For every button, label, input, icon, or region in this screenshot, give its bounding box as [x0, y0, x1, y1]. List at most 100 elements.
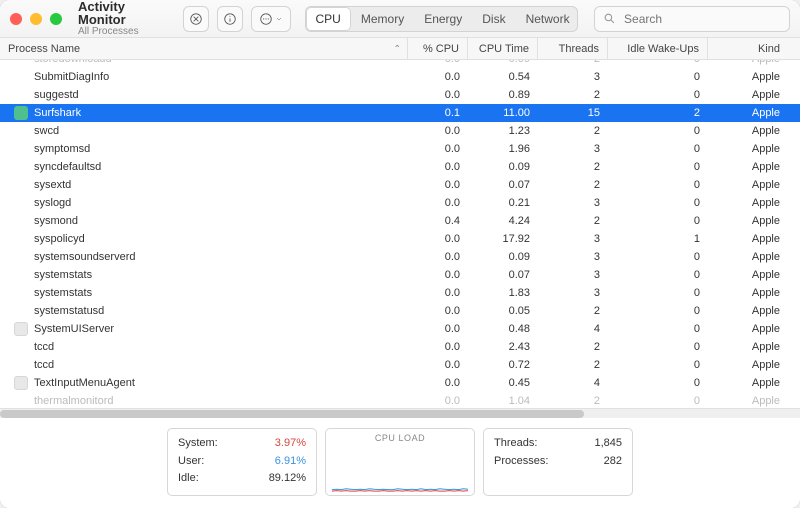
tab-cpu[interactable]: CPU: [306, 7, 351, 31]
counts-panel: Threads:1,845 Processes:282: [483, 428, 633, 496]
cell-cpu: 0.0: [408, 161, 468, 173]
scrollbar-thumb[interactable]: [0, 410, 584, 418]
process-icon: [14, 70, 28, 84]
cell-cpu: 0.0: [408, 305, 468, 317]
cell-wakeups: 2: [608, 107, 708, 119]
zoom-window[interactable]: [50, 13, 62, 25]
process-icon: [14, 106, 28, 120]
cell-wakeups: 0: [608, 251, 708, 263]
cell-wakeups: 0: [608, 215, 708, 227]
info-button[interactable]: [217, 6, 243, 32]
cpu-load-chart: [332, 445, 468, 493]
cell-threads: 3: [538, 71, 608, 83]
table-row[interactable]: SubmitDiagInfo0.00.5430Apple: [0, 68, 800, 86]
cell-time: 0.21: [468, 197, 538, 209]
process-icon: [14, 340, 28, 354]
column-threads[interactable]: Threads: [538, 38, 608, 59]
processes-value: 282: [604, 453, 622, 471]
cell-wakeups: 0: [608, 161, 708, 173]
cell-kind: Apple: [708, 60, 788, 65]
cell-threads: 3: [538, 269, 608, 281]
tab-disk[interactable]: Disk: [472, 7, 515, 31]
window-controls: [10, 13, 62, 25]
cell-wakeups: 0: [608, 305, 708, 317]
sort-indicator-icon: ⌃: [393, 43, 401, 54]
table-row[interactable]: systemsoundserverd0.00.0930Apple: [0, 248, 800, 266]
cell-time: 1.83: [468, 287, 538, 299]
table-row[interactable]: sysextd0.00.0720Apple: [0, 176, 800, 194]
column-cpu-time[interactable]: CPU Time: [468, 38, 538, 59]
process-icon: [14, 286, 28, 300]
minimize-window[interactable]: [30, 13, 42, 25]
cell-time: 0.09: [468, 60, 538, 65]
cell-threads: 3: [538, 197, 608, 209]
cell-cpu: 0.0: [408, 179, 468, 191]
table-row[interactable]: suggestd0.00.8920Apple: [0, 86, 800, 104]
table-row[interactable]: symptomsd0.01.9630Apple: [0, 140, 800, 158]
table-row[interactable]: TextInputMenuAgent0.00.4540Apple: [0, 374, 800, 392]
table-row[interactable]: syspolicyd0.017.9231Apple: [0, 230, 800, 248]
table-row[interactable]: systemstats0.01.8330Apple: [0, 284, 800, 302]
options-dropdown[interactable]: [251, 6, 291, 32]
cell-threads: 2: [538, 125, 608, 137]
process-name: suggestd: [34, 89, 408, 101]
table-row[interactable]: systemstats0.00.0730Apple: [0, 266, 800, 284]
cell-kind: Apple: [708, 269, 788, 281]
cell-threads: 2: [538, 341, 608, 353]
cell-kind: Apple: [708, 287, 788, 299]
process-icon: [14, 124, 28, 138]
process-name: syspolicyd: [34, 233, 408, 245]
cell-kind: Apple: [708, 215, 788, 227]
chart-caption: CPU LOAD: [375, 433, 425, 443]
close-window[interactable]: [10, 13, 22, 25]
table-row[interactable]: systemstatusd0.00.0520Apple: [0, 302, 800, 320]
process-icon: [14, 304, 28, 318]
cpu-stats-panel: System:3.97% User:6.91% Idle:89.12%: [167, 428, 317, 496]
search-input[interactable]: [622, 11, 781, 27]
stop-process-button[interactable]: [183, 6, 209, 32]
column-kind[interactable]: Kind: [708, 38, 788, 59]
process-icon: [14, 232, 28, 246]
cell-cpu: 0.0: [408, 89, 468, 101]
tab-memory[interactable]: Memory: [351, 7, 414, 31]
column-wakeups[interactable]: Idle Wake-Ups: [608, 38, 708, 59]
search-field[interactable]: [594, 6, 790, 32]
cell-kind: Apple: [708, 341, 788, 353]
table-row[interactable]: SystemUIServer0.00.4840Apple: [0, 320, 800, 338]
table-row[interactable]: tccd0.02.4320Apple: [0, 338, 800, 356]
cell-kind: Apple: [708, 161, 788, 173]
table-row[interactable]: swcd0.01.2320Apple: [0, 122, 800, 140]
cell-wakeups: 0: [608, 287, 708, 299]
table-row[interactable]: tccd0.00.7220Apple: [0, 356, 800, 374]
system-label: System:: [178, 435, 218, 453]
cell-time: 0.05: [468, 305, 538, 317]
process-name: syslogd: [34, 197, 408, 209]
table-row[interactable]: storedownloadd0.00.0920Apple: [0, 60, 800, 68]
process-table[interactable]: storedownloadd0.00.0920AppleSubmitDiagIn…: [0, 60, 800, 408]
cell-kind: Apple: [708, 179, 788, 191]
table-row[interactable]: Surfshark0.111.00152Apple: [0, 104, 800, 122]
process-name: SystemUIServer: [34, 323, 408, 335]
column-process-name[interactable]: Process Name ⌃: [0, 38, 408, 59]
cell-kind: Apple: [708, 143, 788, 155]
table-row[interactable]: thermalmonitord0.01.0420Apple: [0, 392, 800, 408]
table-row[interactable]: syncdefaultsd0.00.0920Apple: [0, 158, 800, 176]
cell-threads: 2: [538, 359, 608, 371]
cell-threads: 3: [538, 233, 608, 245]
horizontal-scrollbar[interactable]: [0, 408, 800, 418]
cell-wakeups: 1: [608, 233, 708, 245]
tab-energy[interactable]: Energy: [414, 7, 472, 31]
process-icon: [14, 250, 28, 264]
cell-wakeups: 0: [608, 323, 708, 335]
process-icon: [14, 60, 28, 66]
tab-network[interactable]: Network: [516, 7, 578, 31]
cell-wakeups: 0: [608, 179, 708, 191]
column-cpu[interactable]: % CPU: [408, 38, 468, 59]
table-row[interactable]: syslogd0.00.2130Apple: [0, 194, 800, 212]
cell-wakeups: 0: [608, 89, 708, 101]
table-row[interactable]: sysmond0.44.2420Apple: [0, 212, 800, 230]
cell-wakeups: 0: [608, 197, 708, 209]
process-icon: [14, 322, 28, 336]
process-icon: [14, 394, 28, 408]
cell-cpu: 0.0: [408, 233, 468, 245]
